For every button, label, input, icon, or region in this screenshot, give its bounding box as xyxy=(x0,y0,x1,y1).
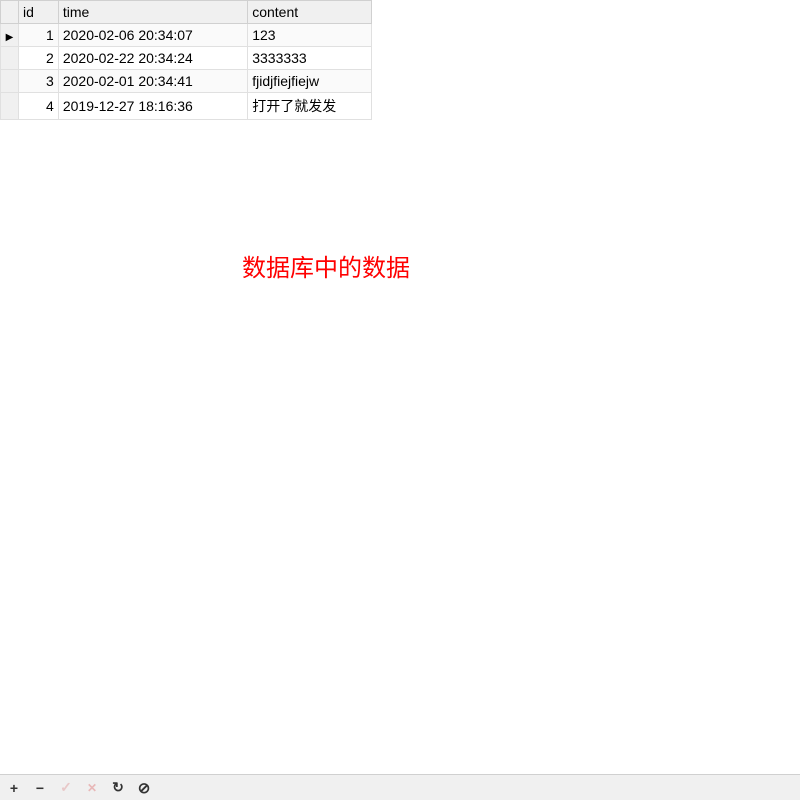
cell-content[interactable]: 3333333 xyxy=(248,47,372,70)
column-header-id[interactable]: id xyxy=(18,1,58,24)
annotation-label: 数据库中的数据 xyxy=(242,248,410,283)
cell-id[interactable]: 3 xyxy=(18,70,58,93)
delete-record-button[interactable] xyxy=(32,780,48,796)
cell-content[interactable]: 打开了就发发 xyxy=(248,93,372,120)
refresh-button[interactable] xyxy=(110,780,126,796)
cell-time[interactable]: 2019-12-27 18:16:36 xyxy=(58,93,247,120)
table-row[interactable]: 3 2020-02-01 20:34:41 fjidjfiejfiejw xyxy=(1,70,372,93)
column-header-time[interactable]: time xyxy=(58,1,247,24)
cell-time[interactable]: 2020-02-22 20:34:24 xyxy=(58,47,247,70)
table-row[interactable]: 4 2019-12-27 18:16:36 打开了就发发 xyxy=(1,93,372,120)
row-indicator: ▶ xyxy=(1,24,19,47)
cell-id[interactable]: 2 xyxy=(18,47,58,70)
row-indicator xyxy=(1,47,19,70)
grid-toolbar xyxy=(0,774,800,800)
cell-time[interactable]: 2020-02-01 20:34:41 xyxy=(58,70,247,93)
cell-id[interactable]: 4 xyxy=(18,93,58,120)
header-row: id time content xyxy=(1,1,372,24)
column-header-content[interactable]: content xyxy=(248,1,372,24)
commit-button xyxy=(58,780,74,796)
cancel-button[interactable] xyxy=(136,780,152,796)
data-grid[interactable]: id time content ▶ 1 2020-02-06 20:34:07 … xyxy=(0,0,372,120)
cell-content[interactable]: 123 xyxy=(248,24,372,47)
add-record-button[interactable] xyxy=(6,780,22,796)
row-indicator xyxy=(1,70,19,93)
revert-button xyxy=(84,780,100,796)
table-row[interactable]: 2 2020-02-22 20:34:24 3333333 xyxy=(1,47,372,70)
table-row[interactable]: ▶ 1 2020-02-06 20:34:07 123 xyxy=(1,24,372,47)
cell-content[interactable]: fjidjfiejfiejw xyxy=(248,70,372,93)
row-indicator-header xyxy=(1,1,19,24)
cell-time[interactable]: 2020-02-06 20:34:07 xyxy=(58,24,247,47)
cell-id[interactable]: 1 xyxy=(18,24,58,47)
row-indicator xyxy=(1,93,19,120)
